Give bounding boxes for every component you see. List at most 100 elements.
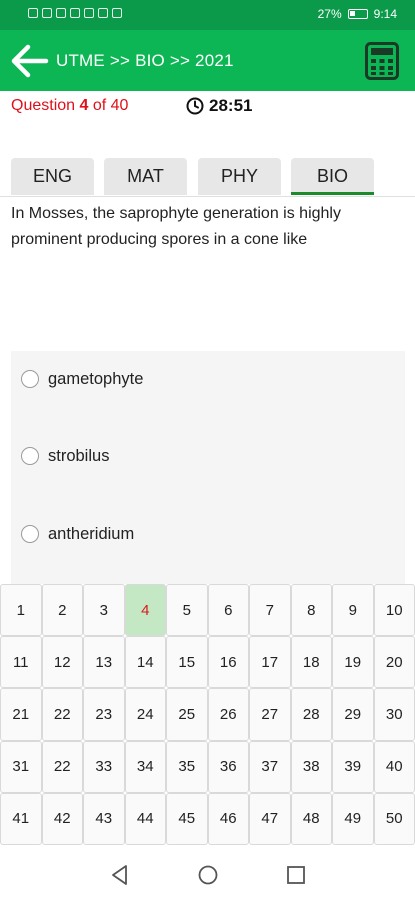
status-icons [28, 8, 122, 18]
question-current: 4 [79, 97, 89, 114]
question-text: In Mosses, the saprophyte generation is … [11, 205, 341, 248]
question-number-button[interactable]: 31 [0, 740, 42, 793]
whatsapp-icon [112, 8, 122, 18]
question-number-current[interactable]: 4 [124, 584, 166, 637]
question-number-grid: 1 2 3 4 5 6 7 8 9 10 11 12 13 14 15 16 17 18 19 20 21 22 23 24 2… [0, 584, 415, 846]
radio-button[interactable] [21, 447, 39, 465]
tabs-divider [0, 196, 415, 197]
message-icon [98, 8, 108, 18]
question-number-button[interactable]: 43 [83, 792, 125, 845]
question-number-button[interactable]: 33 [83, 740, 125, 793]
tab-mat[interactable]: MAT [104, 158, 187, 195]
question-number-button[interactable]: 9 [332, 584, 374, 637]
question-number-button[interactable]: 25 [166, 688, 208, 741]
question-number-button[interactable]: 12 [41, 636, 83, 689]
question-number-button[interactable]: 3 [83, 584, 125, 637]
question-number-button[interactable]: 11 [0, 636, 42, 689]
question-number-button[interactable]: 50 [373, 792, 415, 845]
countdown-timer: 28:51 [186, 96, 252, 116]
tab-eng[interactable]: ENG [11, 158, 94, 195]
subject-tabs: ENG MAT PHY BIO [0, 158, 415, 196]
question-number-button[interactable]: 26 [207, 688, 249, 741]
question-number-button[interactable]: 5 [166, 584, 208, 637]
arrow-left-icon [11, 44, 49, 78]
question-label: Question [11, 97, 76, 114]
question-number-button[interactable]: 44 [124, 792, 166, 845]
question-header: Question 4 of 40 28:51 [0, 94, 415, 120]
timer-value: 28:51 [209, 96, 253, 115]
question-number-button[interactable]: 13 [83, 636, 125, 689]
question-number-button[interactable]: 28 [290, 688, 332, 741]
question-number-button[interactable]: 41 [0, 792, 42, 845]
nav-home-icon [198, 865, 218, 885]
question-number-button[interactable]: 21 [0, 688, 42, 741]
nav-back-button[interactable] [107, 862, 133, 888]
question-number-button[interactable]: 27 [249, 688, 291, 741]
clock-icon [186, 97, 204, 115]
back-button[interactable] [10, 43, 50, 79]
option-a[interactable]: gametophyte [21, 364, 143, 394]
question-number-button[interactable]: 40 [373, 740, 415, 793]
question-number-button[interactable]: 17 [249, 636, 291, 689]
answer-options: gametophyte strobilus antheridium [11, 351, 405, 584]
question-number-button[interactable]: 42 [41, 792, 83, 845]
question-number-button[interactable]: 38 [290, 740, 332, 793]
question-number-button[interactable]: 1 [0, 584, 42, 637]
question-number-button[interactable]: 15 [166, 636, 208, 689]
nav-recents-icon [287, 866, 305, 884]
question-number-button[interactable]: 22 [41, 688, 83, 741]
question-number-button[interactable]: 47 [249, 792, 291, 845]
question-number-button[interactable]: 18 [290, 636, 332, 689]
clock: 9:14 [373, 7, 397, 21]
question-number-button[interactable]: 30 [373, 688, 415, 741]
question-number-button[interactable]: 8 [290, 584, 332, 637]
question-number-button[interactable]: 39 [332, 740, 374, 793]
system-nav-bar [0, 848, 415, 900]
question-number-button[interactable]: 20 [373, 636, 415, 689]
question-number-button[interactable]: 24 [124, 688, 166, 741]
calculator-button[interactable] [365, 42, 399, 80]
status-bar: 27% 9:14 [0, 0, 415, 30]
question-total: 40 [110, 97, 129, 114]
question-number-button[interactable]: 35 [166, 740, 208, 793]
question-number-button[interactable]: 23 [83, 688, 125, 741]
battery-icon [347, 9, 368, 19]
app-screen: 27% 9:14 UTME >> BIO >> 2021 Question 4 … [0, 0, 415, 900]
question-number-button[interactable]: 10 [373, 584, 415, 637]
question-counter: Question 4 of 40 [11, 97, 128, 115]
hotspot-icon [56, 8, 66, 18]
page-title: UTME >> BIO >> 2021 [56, 51, 234, 70]
question-number-button[interactable]: 37 [249, 740, 291, 793]
radio-button[interactable] [21, 525, 39, 543]
question-number-button[interactable]: 36 [207, 740, 249, 793]
radio-button[interactable] [21, 370, 39, 388]
option-c[interactable]: antheridium [21, 519, 134, 549]
question-number-button[interactable]: 45 [166, 792, 208, 845]
status-right: 27% 9:14 [318, 7, 397, 21]
question-number-button[interactable]: 19 [332, 636, 374, 689]
question-number-button[interactable]: 49 [332, 792, 374, 845]
nav-home-button[interactable] [195, 862, 221, 888]
option-label: antheridium [48, 524, 135, 543]
question-number-button[interactable]: 46 [207, 792, 249, 845]
question-number-button[interactable]: 16 [207, 636, 249, 689]
nav-recents-button[interactable] [283, 862, 309, 888]
question-number-button[interactable]: 29 [332, 688, 374, 741]
tab-phy[interactable]: PHY [198, 158, 281, 195]
question-number-button[interactable]: 34 [124, 740, 166, 793]
image-icon [70, 8, 80, 18]
tab-bio[interactable]: BIO [291, 158, 374, 195]
app-bar: UTME >> BIO >> 2021 [0, 30, 415, 91]
question-number-button[interactable]: 22 [41, 740, 83, 793]
battery-percent: 27% [317, 7, 342, 21]
question-of: of [92, 97, 107, 114]
question-number-button[interactable]: 48 [290, 792, 332, 845]
option-label: gametophyte [48, 369, 144, 388]
question-number-button[interactable]: 6 [207, 584, 249, 637]
question-number-button[interactable]: 2 [41, 584, 83, 637]
question-number-button[interactable]: 7 [249, 584, 291, 637]
option-b[interactable]: strobilus [21, 441, 109, 471]
calculator-icon [365, 42, 399, 80]
question-number-button[interactable]: 14 [124, 636, 166, 689]
option-label: strobilus [48, 446, 110, 465]
